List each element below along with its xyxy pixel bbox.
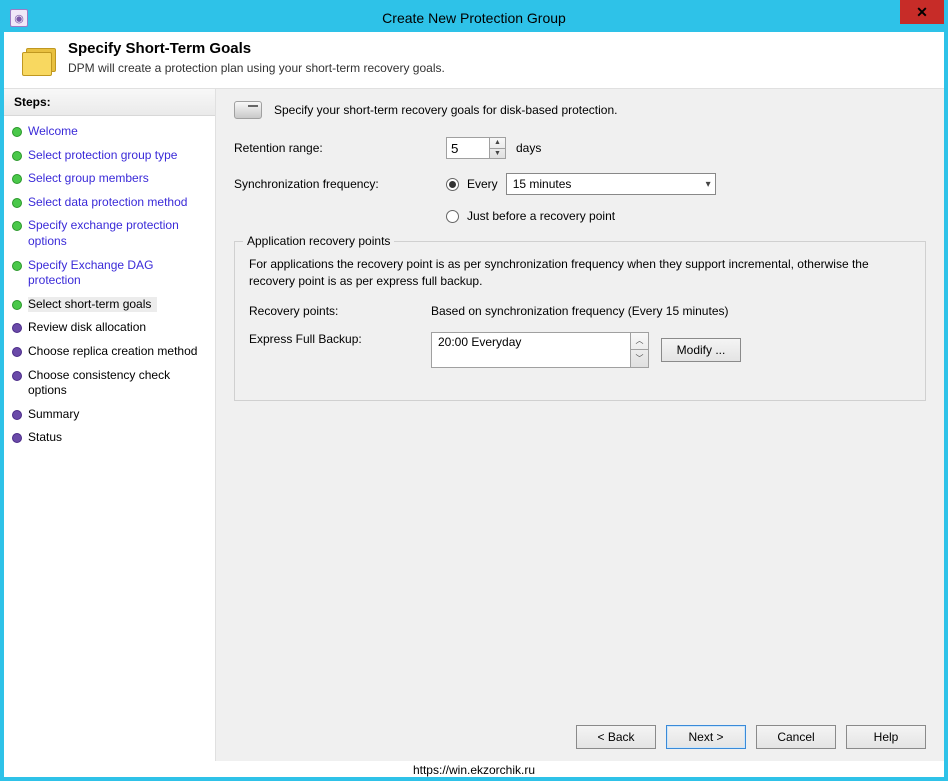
group-desc: For applications the recovery point is a… <box>249 256 911 290</box>
step-label[interactable]: Specify Exchange DAG protection <box>28 258 207 289</box>
sidebar-step: Summary <box>10 403 209 427</box>
radio-before[interactable] <box>446 210 459 223</box>
sidebar-step[interactable]: Select protection group type <box>10 144 209 168</box>
step-label: Choose consistency check options <box>28 368 207 399</box>
spinner-down-icon[interactable]: ▼ <box>490 149 505 159</box>
disk-icon <box>234 101 262 119</box>
help-button[interactable]: Help <box>846 725 926 749</box>
radio-before-label: Just before a recovery point <box>467 209 615 223</box>
page-title: Specify Short-Term Goals <box>68 40 445 57</box>
efb-label: Express Full Backup: <box>249 332 431 368</box>
step-label: Choose replica creation method <box>28 344 197 360</box>
sidebar-step[interactable]: Welcome <box>10 120 209 144</box>
sidebar-step[interactable]: Select data protection method <box>10 191 209 215</box>
step-bullet-icon <box>12 221 22 231</box>
app-icon: ◉ <box>10 9 28 27</box>
sync-before-row: Just before a recovery point <box>446 209 926 223</box>
page-subtitle: DPM will create a protection plan using … <box>68 61 445 75</box>
chevron-down-icon: ▾ <box>706 179 711 190</box>
retention-label: Retention range: <box>234 141 446 155</box>
footer-buttons: < Back Next > Cancel Help <box>216 715 944 761</box>
retention-unit: days <box>516 141 541 155</box>
close-icon: ✕ <box>916 4 928 21</box>
radio-every-label: Every <box>467 177 498 191</box>
retention-spinner[interactable]: ▲ ▼ <box>490 137 506 159</box>
step-label[interactable]: Welcome <box>28 124 78 140</box>
source-url: https://win.ekzorchik.ru <box>4 761 944 777</box>
radio-every[interactable] <box>446 178 459 191</box>
step-bullet-icon <box>12 127 22 137</box>
step-label[interactable]: Select protection group type <box>28 148 177 164</box>
step-label: Summary <box>28 407 79 423</box>
sync-label: Synchronization frequency: <box>234 177 446 191</box>
sidebar-step[interactable]: Specify exchange protection options <box>10 214 209 253</box>
close-button[interactable]: ✕ <box>900 0 944 24</box>
retention-input[interactable] <box>446 137 490 159</box>
body: Steps: Welcome Select protection group ty… <box>4 89 944 761</box>
step-bullet-icon <box>12 198 22 208</box>
client-area: Specify Short-Term Goals DPM will create… <box>4 32 944 777</box>
step-bullet-icon <box>12 151 22 161</box>
sidebar-step: Choose replica creation method <box>10 340 209 364</box>
group-title: Application recovery points <box>243 234 394 248</box>
efb-up-icon[interactable]: ︿ <box>631 333 648 351</box>
spinner-up-icon[interactable]: ▲ <box>490 138 505 149</box>
rp-value: Based on synchronization frequency (Ever… <box>431 304 729 318</box>
sync-interval-select[interactable]: 15 minutes ▾ <box>506 173 716 195</box>
modify-button[interactable]: Modify ... <box>661 338 741 362</box>
step-label[interactable]: Select data protection method <box>28 195 187 211</box>
intro-text: Specify your short-term recovery goals f… <box>274 103 617 117</box>
efb-down-icon[interactable]: ﹀ <box>631 350 648 367</box>
sidebar-step: Status <box>10 426 209 450</box>
cancel-button[interactable]: Cancel <box>756 725 836 749</box>
step-bullet-icon <box>12 433 22 443</box>
header-text: Specify Short-Term Goals DPM will create… <box>68 40 445 76</box>
sidebar-step[interactable]: Select group members <box>10 167 209 191</box>
step-bullet-icon <box>12 323 22 333</box>
step-label[interactable]: Select group members <box>28 171 149 187</box>
step-bullet-icon <box>12 371 22 381</box>
retention-row: Retention range: ▲ ▼ days <box>234 137 926 159</box>
sidebar-step: Select short-term goals <box>10 293 209 317</box>
efb-row: Express Full Backup: 20:00 Everyday ︿ ﹀ … <box>249 332 911 368</box>
sync-row: Synchronization frequency: Every 15 minu… <box>234 173 926 195</box>
step-bullet-icon <box>12 261 22 271</box>
steps-list: Welcome Select protection group type Selec… <box>4 116 215 454</box>
sync-interval-value: 15 minutes <box>513 177 572 191</box>
step-label: Select short-term goals <box>28 297 157 313</box>
folder-icon <box>20 44 56 76</box>
step-bullet-icon <box>12 174 22 184</box>
step-label: Review disk allocation <box>28 320 146 336</box>
dialog-window: ◉ Create New Protection Group ✕ Specify … <box>0 0 948 781</box>
rp-row: Recovery points: Based on synchronizatio… <box>249 304 911 318</box>
sidebar-step: Review disk allocation <box>10 316 209 340</box>
step-bullet-icon <box>12 410 22 420</box>
step-label: Status <box>28 430 62 446</box>
step-bullet-icon <box>12 347 22 357</box>
window-title: Create New Protection Group <box>4 10 944 26</box>
efb-spinner[interactable]: ︿ ﹀ <box>630 333 648 367</box>
steps-heading: Steps: <box>4 89 215 116</box>
step-bullet-icon <box>12 300 22 310</box>
sidebar-step[interactable]: Specify Exchange DAG protection <box>10 254 209 293</box>
page-header: Specify Short-Term Goals DPM will create… <box>4 32 944 89</box>
efb-value: 20:00 Everyday <box>432 333 630 367</box>
rp-label: Recovery points: <box>249 304 431 318</box>
content-pane: Specify your short-term recovery goals f… <box>216 89 944 761</box>
efb-listbox[interactable]: 20:00 Everyday ︿ ﹀ <box>431 332 649 368</box>
recovery-points-group: Application recovery points For applicat… <box>234 241 926 401</box>
sidebar-step: Choose consistency check options <box>10 364 209 403</box>
steps-sidebar: Steps: Welcome Select protection group ty… <box>4 89 216 761</box>
intro-row: Specify your short-term recovery goals f… <box>234 101 926 119</box>
titlebar: ◉ Create New Protection Group ✕ <box>4 4 944 32</box>
back-button[interactable]: < Back <box>576 725 656 749</box>
next-button[interactable]: Next > <box>666 725 746 749</box>
step-label[interactable]: Specify exchange protection options <box>28 218 207 249</box>
